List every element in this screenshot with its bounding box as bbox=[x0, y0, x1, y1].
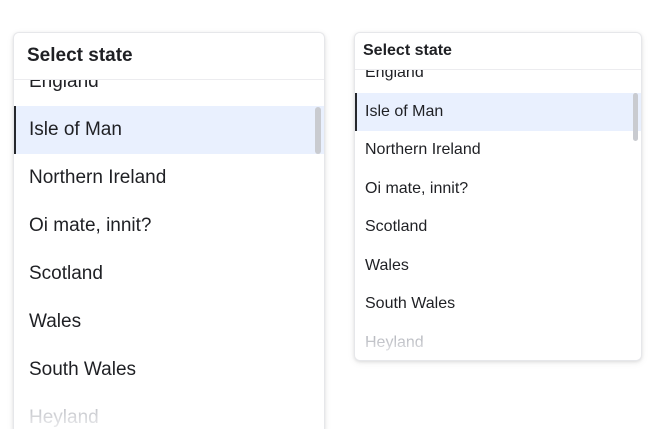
option-south-wales[interactable]: South Wales bbox=[14, 346, 324, 394]
state-dropdown-small: Select state England Isle of Man Norther… bbox=[354, 32, 642, 361]
option-scotland[interactable]: Scotland bbox=[14, 250, 324, 298]
option-south-wales[interactable]: South Wales bbox=[355, 285, 641, 324]
stage: Select state England Isle of Man Norther… bbox=[0, 0, 653, 429]
scrollbar-thumb[interactable] bbox=[633, 93, 638, 141]
option-heyland[interactable]: Heyland bbox=[355, 324, 641, 361]
dropdown-title: Select state bbox=[355, 33, 641, 70]
options-viewport[interactable]: England Isle of Man Northern Ireland Oi … bbox=[355, 70, 641, 360]
options-list: England Isle of Man Northern Ireland Oi … bbox=[14, 80, 324, 429]
dropdown-title: Select state bbox=[14, 33, 324, 80]
options-list: England Isle of Man Northern Ireland Oi … bbox=[355, 70, 641, 360]
option-england[interactable]: England bbox=[355, 70, 641, 93]
option-oi-mate-innit[interactable]: Oi mate, innit? bbox=[355, 170, 641, 209]
scrollbar-thumb[interactable] bbox=[315, 107, 321, 154]
option-isle-of-man[interactable]: Isle of Man bbox=[14, 106, 324, 154]
option-oi-mate-innit[interactable]: Oi mate, innit? bbox=[14, 202, 324, 250]
option-northern-ireland[interactable]: Northern Ireland bbox=[355, 131, 641, 170]
options-viewport[interactable]: England Isle of Man Northern Ireland Oi … bbox=[14, 80, 324, 429]
option-wales[interactable]: Wales bbox=[355, 247, 641, 286]
option-wales[interactable]: Wales bbox=[14, 298, 324, 346]
option-isle-of-man[interactable]: Isle of Man bbox=[355, 92, 641, 131]
option-heyland[interactable]: Heyland bbox=[14, 394, 324, 429]
option-scotland[interactable]: Scotland bbox=[355, 208, 641, 247]
state-dropdown-large: Select state England Isle of Man Norther… bbox=[13, 32, 325, 429]
option-northern-ireland[interactable]: Northern Ireland bbox=[14, 154, 324, 202]
option-england[interactable]: England bbox=[14, 80, 324, 106]
